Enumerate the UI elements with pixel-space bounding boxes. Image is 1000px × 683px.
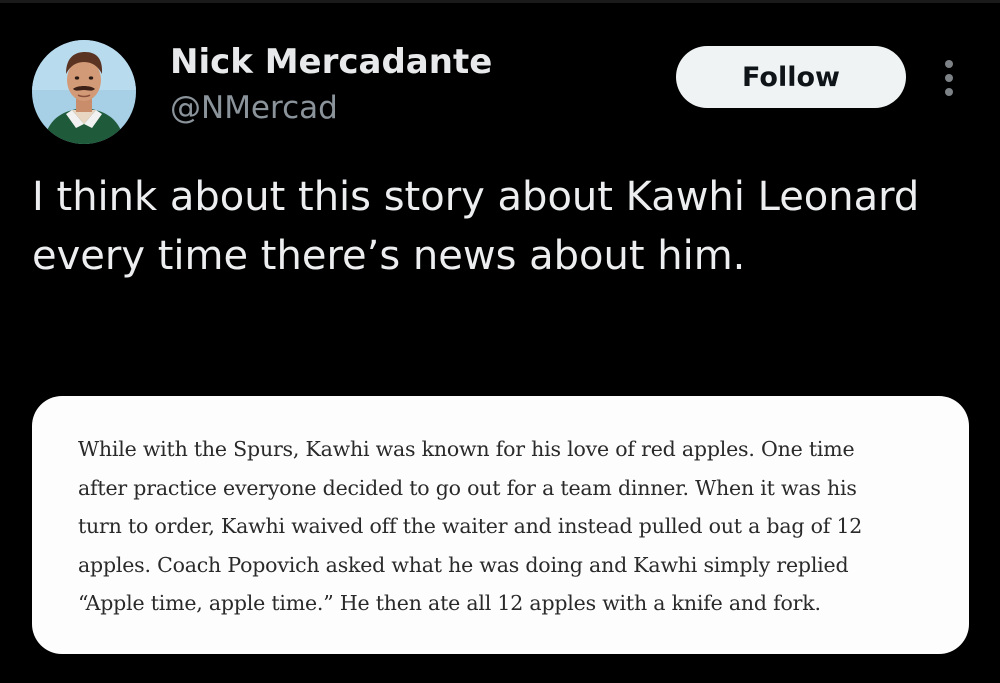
quote-line: While with the Spurs, Kawhi was known fo…: [78, 437, 855, 461]
avatar[interactable]: [32, 40, 136, 144]
quote-line: apples. Coach Popovich asked what he was…: [78, 552, 849, 577]
attached-image-card[interactable]: While with the Spurs, Kawhi was known fo…: [32, 396, 969, 654]
more-options-vertical-icon[interactable]: [934, 56, 964, 100]
profile-photo-icon: [32, 40, 136, 144]
quote-line: after practice everyone decided to go ou…: [78, 475, 857, 500]
follow-button[interactable]: Follow: [676, 46, 906, 108]
quote-image-text: While with the Spurs, Kawhi was known fo…: [78, 430, 923, 623]
top-divider: [0, 0, 1000, 3]
author-handle[interactable]: @NMercad: [170, 88, 338, 128]
quote-line: turn to order, Kawhi waived off the wait…: [78, 514, 863, 538]
quote-line: “Apple time, apple time.” He then ate al…: [78, 591, 821, 615]
author-display-name[interactable]: Nick Mercadante: [170, 40, 492, 84]
tweet-text: I think about this story about Kawhi Leo…: [32, 174, 920, 279]
